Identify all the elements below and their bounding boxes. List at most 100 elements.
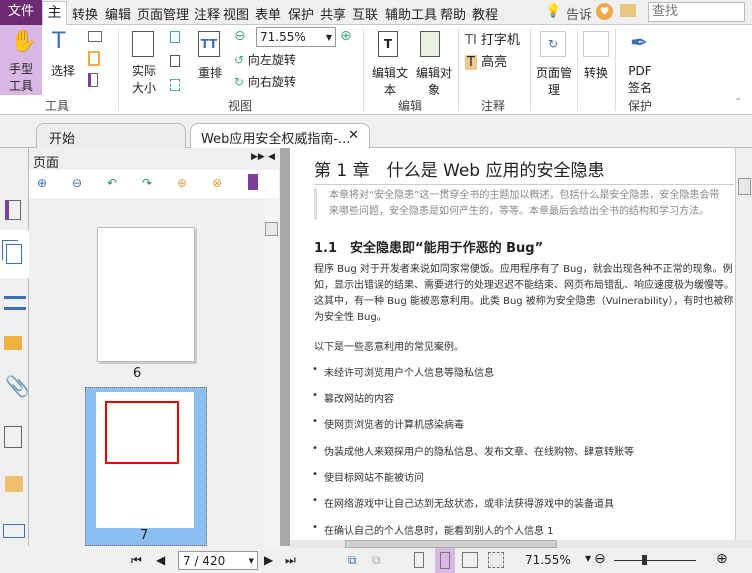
ribbon: ✋ 手型工具 T 选择 实际大小 TT 重排 ⊖ 71.55% ▼ ⊕ ↺ 向左旋… bbox=[0, 25, 752, 115]
fit-visible-icon[interactable] bbox=[170, 79, 180, 91]
select-button[interactable]: T 选择 bbox=[46, 29, 80, 89]
previous-view-icon[interactable]: ⧉ bbox=[348, 553, 357, 568]
page-manage-button[interactable]: ↻ 页面管理 bbox=[534, 29, 574, 97]
tab-document[interactable]: Web应用安全权威指南-... ✕ bbox=[190, 123, 370, 148]
bookmarks-icon[interactable] bbox=[5, 200, 21, 220]
convert-button[interactable]: 转换 bbox=[580, 29, 612, 95]
single-page-icon[interactable] bbox=[414, 552, 424, 568]
fit-width-icon[interactable] bbox=[170, 55, 180, 67]
rotate-left-icon: ↺ bbox=[234, 53, 245, 67]
continuous-facing-icon[interactable] bbox=[488, 552, 504, 568]
lock-icon[interactable] bbox=[5, 476, 23, 492]
clipboard-icon[interactable] bbox=[88, 51, 100, 66]
tell-me[interactable]: 告诉 bbox=[566, 4, 592, 23]
hand-tool-button[interactable]: ✋ 手型工具 bbox=[0, 25, 42, 95]
menu-form[interactable]: 表单 bbox=[255, 4, 281, 23]
rotate-right-button[interactable]: ↻ 向右旋转 bbox=[234, 73, 314, 91]
facing-icon[interactable] bbox=[462, 552, 478, 568]
zoom-in-icon[interactable]: ⊕ bbox=[340, 28, 352, 44]
enlarge-thumb-icon[interactable]: ⊕ bbox=[37, 176, 47, 190]
expand-panel-icon[interactable]: ▶▶ bbox=[251, 152, 265, 162]
collapse-panel-icon[interactable]: ◀ bbox=[268, 152, 275, 162]
folder-search-icon[interactable] bbox=[620, 4, 636, 17]
menu-page-manage[interactable]: 页面管理 bbox=[137, 4, 189, 23]
page-number-label: 7 bbox=[140, 528, 149, 543]
menu-help[interactable]: 帮助 bbox=[440, 4, 466, 23]
pages-tab[interactable] bbox=[0, 230, 29, 278]
tab-home[interactable]: 主页 bbox=[42, 1, 67, 43]
zoom-slider-thumb[interactable] bbox=[641, 555, 647, 565]
rotate-left-page-icon[interactable]: ↶ bbox=[107, 176, 117, 190]
next-page-icon[interactable]: ▶ bbox=[264, 553, 273, 567]
zoom-select[interactable]: 71.55% ▼ bbox=[256, 27, 336, 47]
scroll-thumb[interactable] bbox=[265, 222, 278, 236]
page-input[interactable]: 7 / 420 ▼ bbox=[178, 551, 258, 570]
menu-accessibility[interactable]: 辅助工具 bbox=[385, 4, 437, 23]
snapshot-icon[interactable] bbox=[88, 31, 102, 42]
search-input[interactable]: 查找 bbox=[648, 2, 745, 22]
scroll-thumb[interactable] bbox=[345, 540, 557, 548]
heart-icon[interactable]: ♥ bbox=[596, 3, 613, 20]
reflow-button[interactable]: TT 重排 bbox=[192, 29, 228, 95]
thumbnail-scrollbar[interactable] bbox=[264, 198, 279, 546]
document-tabs: 开始 Web应用安全权威指南-... ✕ bbox=[0, 115, 752, 148]
prev-page-icon[interactable]: ◀ bbox=[156, 553, 165, 567]
first-page-icon[interactable]: ⏮ bbox=[131, 553, 142, 568]
document-view: 第 1 章 什么是 Web 应用的安全隐患 本章将对“安全隐患”这一贯穿全书的主… bbox=[290, 148, 735, 540]
zoom-slider[interactable] bbox=[614, 555, 696, 565]
edit-object-button[interactable]: 编辑对象 bbox=[412, 29, 456, 97]
next-view-icon[interactable]: ⧉ bbox=[372, 553, 381, 568]
form-icon[interactable] bbox=[3, 524, 25, 538]
shrink-thumb-icon[interactable]: ⊖ bbox=[72, 176, 82, 190]
rotate-right-label: 向右旋转 bbox=[247, 75, 296, 89]
signature-icon[interactable] bbox=[4, 426, 22, 448]
collapse-ribbon-icon[interactable]: ⌃ bbox=[734, 97, 742, 108]
close-icon[interactable]: ✕ bbox=[348, 128, 359, 143]
highlight-button[interactable]: T 高亮 bbox=[465, 51, 525, 70]
horizontal-scrollbar[interactable] bbox=[290, 540, 752, 548]
menu-protect[interactable]: 保护 bbox=[288, 4, 314, 23]
last-page-icon[interactable]: ⏭ bbox=[285, 553, 296, 568]
rotate-left-button[interactable]: ↺ 向左旋转 bbox=[234, 51, 314, 69]
menu-file[interactable]: 文件 bbox=[0, 0, 42, 25]
menu-share[interactable]: 共享 bbox=[320, 4, 346, 23]
zoom-out-icon[interactable]: ⊖ bbox=[234, 28, 246, 44]
menu-tutorial[interactable]: 教程 bbox=[472, 4, 498, 23]
bookmark-icon[interactable] bbox=[88, 73, 98, 87]
zoom-in-icon[interactable]: ⊕ bbox=[716, 551, 728, 567]
menu-comment[interactable]: 注释 bbox=[194, 4, 220, 23]
page-thumbnail[interactable] bbox=[97, 227, 195, 362]
rotate-right-page-icon[interactable]: ↷ bbox=[142, 176, 152, 190]
panel-splitter[interactable] bbox=[280, 148, 290, 546]
hand-label: 手型工具 bbox=[8, 62, 33, 93]
insert-page-icon[interactable]: ⊕ bbox=[177, 176, 187, 190]
list-item: 使网页浏览者的计算机感染病毒 bbox=[312, 416, 464, 431]
page-thumbnail-selected[interactable]: 7 bbox=[85, 387, 207, 546]
pdf-sign-button[interactable]: ✒ PDF签名 bbox=[620, 29, 660, 95]
hand-icon: ✋ bbox=[10, 29, 38, 54]
actual-size-button[interactable]: 实际大小 bbox=[124, 29, 164, 95]
view-region-rect[interactable] bbox=[105, 401, 179, 464]
scroll-thumb[interactable] bbox=[738, 178, 751, 195]
comments-icon[interactable] bbox=[4, 336, 22, 350]
thumbnail-toolbar: ⊕ ⊖ ↶ ↷ ⊕ ⊗ bbox=[29, 170, 279, 198]
edit-text-button[interactable]: T 编辑文本 bbox=[370, 29, 410, 97]
menu-view[interactable]: 视图 bbox=[223, 4, 249, 23]
zoom-out-icon[interactable]: ⊖ bbox=[594, 551, 606, 567]
attachment-icon[interactable]: 📎 bbox=[5, 374, 30, 398]
edit-text-label: 编辑文本 bbox=[372, 66, 409, 97]
lightbulb-icon[interactable]: 💡 bbox=[545, 4, 561, 19]
layers-icon[interactable] bbox=[4, 296, 26, 310]
menu-edit[interactable]: 编辑 bbox=[105, 4, 131, 23]
typewriter-button[interactable]: TI 打字机 bbox=[465, 29, 525, 48]
fit-page-icon[interactable] bbox=[170, 31, 180, 43]
tab-start[interactable]: 开始 bbox=[36, 123, 186, 148]
bookmark-page-icon[interactable] bbox=[248, 174, 258, 190]
delete-page-icon[interactable]: ⊗ bbox=[212, 176, 222, 190]
continuous-page-button[interactable] bbox=[435, 548, 455, 573]
menu-convert[interactable]: 转换 bbox=[72, 4, 98, 23]
menu-connect[interactable]: 互联 bbox=[352, 4, 378, 23]
typewriter-label: 打字机 bbox=[480, 33, 520, 48]
vertical-scrollbar[interactable] bbox=[735, 148, 752, 540]
zoom-dropdown-icon[interactable]: ▼ bbox=[585, 554, 591, 563]
